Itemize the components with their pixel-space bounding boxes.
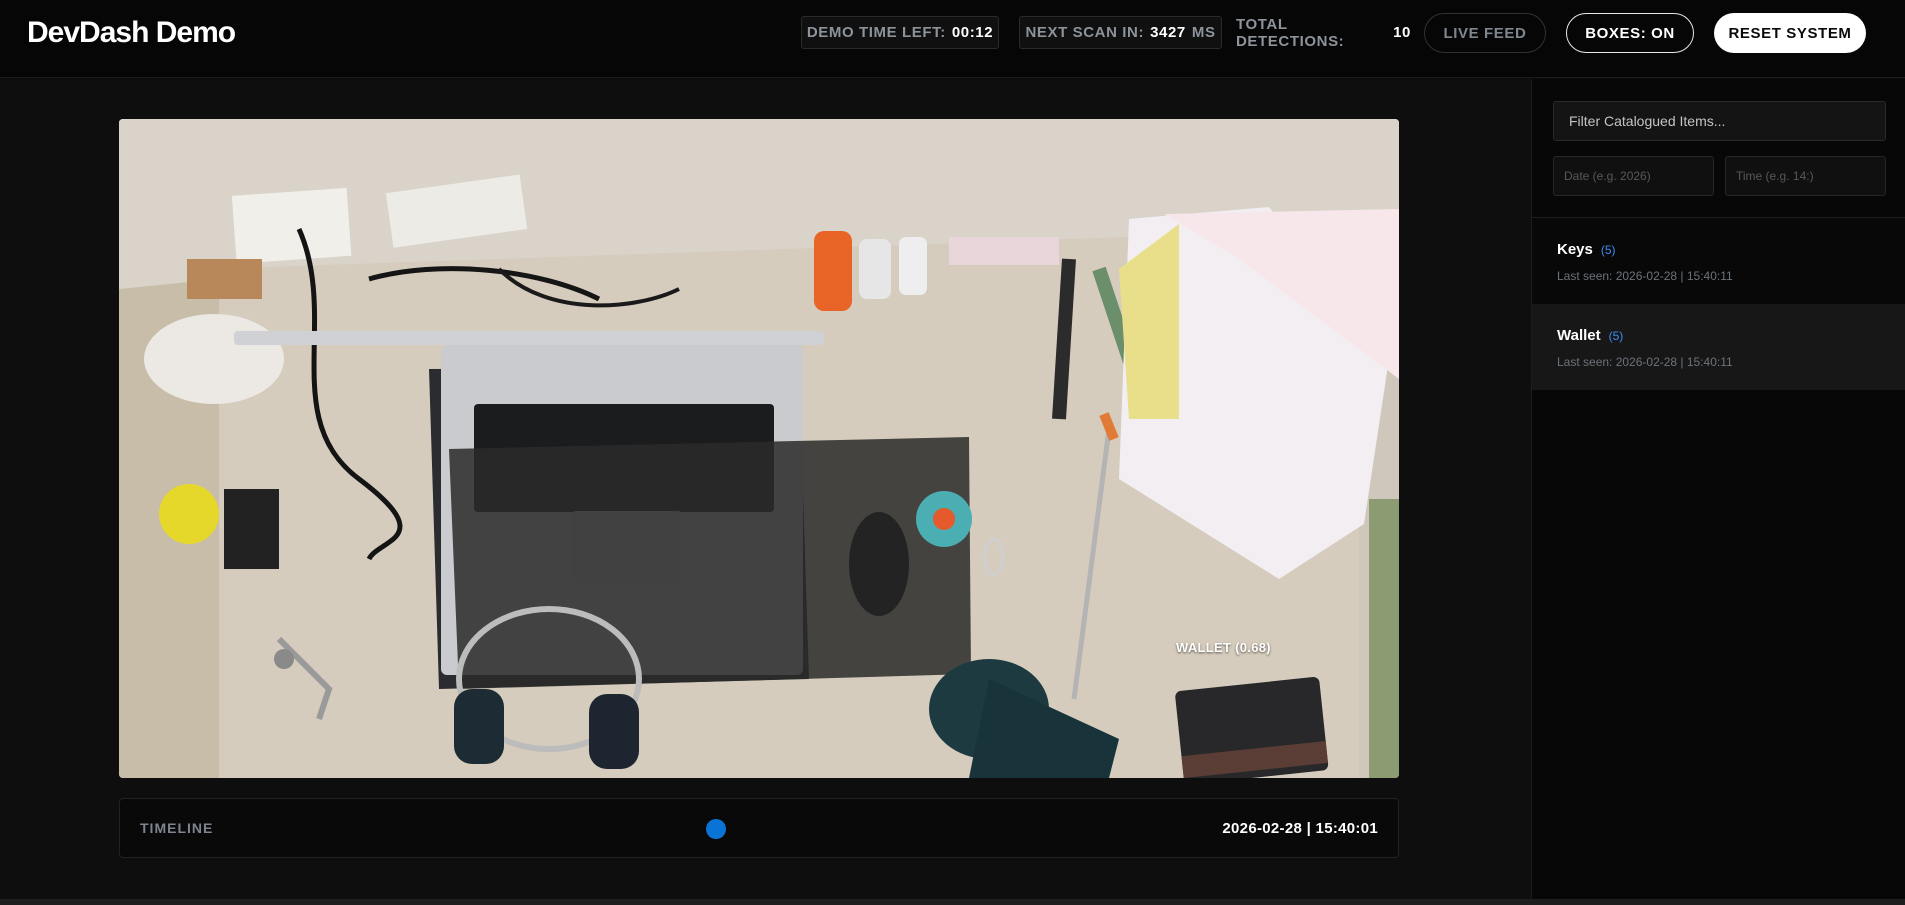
boxes-toggle-button[interactable]: BOXES: ON	[1566, 13, 1694, 53]
catalog-item-name: Keys (5)	[1557, 241, 1616, 258]
filter-items-input[interactable]	[1553, 101, 1886, 141]
bottom-scrollbar	[0, 899, 1905, 905]
time-filter-input[interactable]	[1725, 156, 1886, 196]
total-detections-label: TOTAL DETECTIONS:	[1236, 15, 1345, 50]
timeline-timestamp: 2026-02-28 | 15:40:01	[1222, 820, 1378, 837]
total-detections-value: 10	[1393, 24, 1411, 41]
demo-time-value: 00:12	[951, 24, 994, 41]
next-scan: NEXT SCAN IN: 3427 MS	[1019, 16, 1222, 49]
catalog-item-last-seen: Last seen: 2026-02-28 | 15:40:11	[1557, 269, 1733, 283]
next-scan-unit: MS	[1191, 24, 1216, 41]
catalog-item-wallet[interactable]: Wallet (5) Last seen: 2026-02-28 | 15:40:…	[1532, 304, 1905, 390]
top-header: DevDash Demo DEMO TIME LEFT: 00:12 NEXT …	[0, 0, 1905, 78]
timeline-label: TIMELINE	[140, 820, 214, 836]
timeline-marker[interactable]	[706, 819, 726, 839]
demo-time-left: DEMO TIME LEFT: 00:12	[801, 16, 999, 49]
demo-time-label: DEMO TIME LEFT:	[806, 24, 946, 41]
desk-scene-image	[119, 119, 1399, 778]
catalog-item-count: (5)	[1608, 329, 1624, 343]
app-title: DevDash Demo	[27, 16, 236, 49]
camera-feed: WALLET (0.68)	[119, 119, 1399, 778]
reset-system-button[interactable]: RESET SYSTEM	[1714, 13, 1866, 53]
catalog-item-count: (5)	[1600, 243, 1616, 257]
catalog-item-title: Keys	[1557, 241, 1593, 258]
catalog-item-keys[interactable]: Keys (5) Last seen: 2026-02-28 | 15:40:11	[1532, 218, 1905, 304]
live-feed-button[interactable]: LIVE FEED	[1424, 13, 1546, 53]
catalog-item-title: Wallet	[1557, 327, 1601, 344]
date-filter-input[interactable]	[1553, 156, 1714, 196]
wallet-detection-label: WALLET (0.68)	[1176, 640, 1271, 655]
timeline-bar[interactable]: TIMELINE 2026-02-28 | 15:40:01	[119, 798, 1399, 858]
catalog-item-last-seen: Last seen: 2026-02-28 | 15:40:11	[1557, 355, 1733, 369]
next-scan-label: NEXT SCAN IN:	[1025, 24, 1145, 41]
catalog-sidebar: Keys (5) Last seen: 2026-02-28 | 15:40:11…	[1531, 79, 1905, 899]
total-detections: TOTAL DETECTIONS: 10	[1236, 15, 1411, 50]
next-scan-value: 3427	[1150, 24, 1186, 41]
main-area: WALLET (0.68) TIMELINE 2026-02-28 | 15:4…	[0, 79, 1531, 899]
catalog-item-name: Wallet (5)	[1557, 327, 1623, 344]
